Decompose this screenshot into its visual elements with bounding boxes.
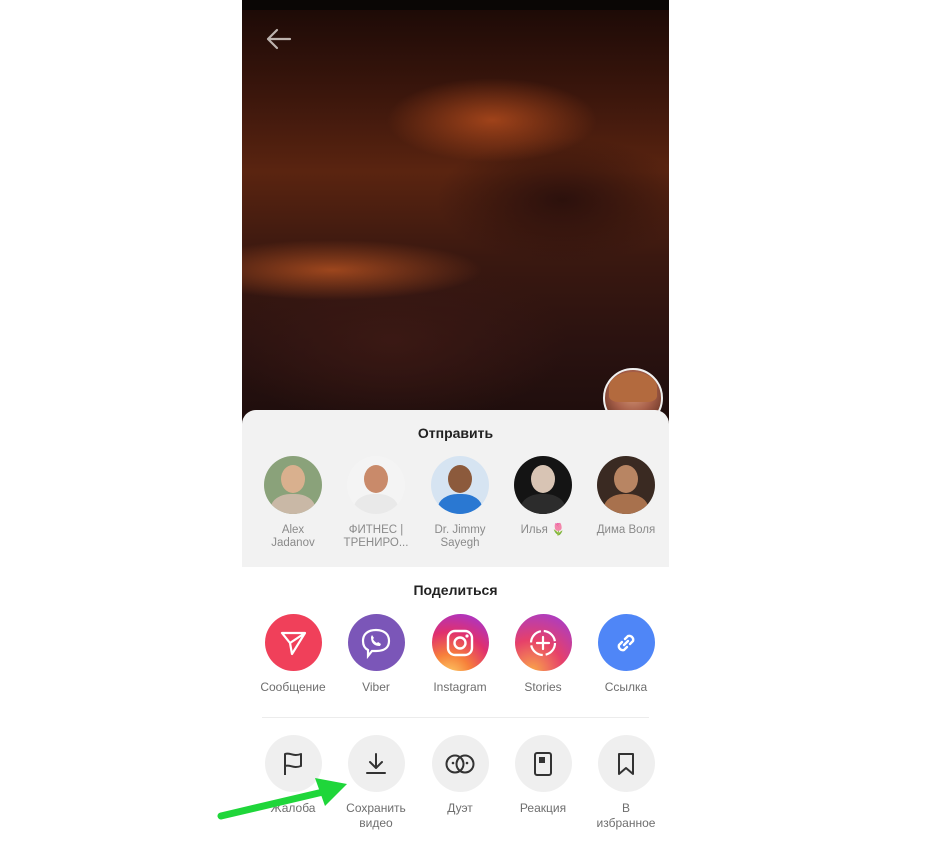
share-label: Ссылка bbox=[604, 680, 648, 694]
status-strip bbox=[242, 0, 669, 10]
link-icon bbox=[617, 634, 635, 651]
contact-item[interactable]: Илья 🌷 bbox=[501, 456, 585, 537]
contact-name: Dr. Jimmy Sayegh bbox=[434, 524, 486, 549]
reaction-button[interactable]: Реакция bbox=[501, 735, 585, 816]
contact-item[interactable]: Dr. Jimmy Sayegh bbox=[418, 456, 502, 550]
share-message-button[interactable]: Сообщение bbox=[251, 614, 335, 695]
reaction-icon bbox=[534, 751, 552, 776]
divider bbox=[262, 717, 649, 718]
avatar bbox=[264, 456, 322, 514]
avatar bbox=[347, 456, 405, 514]
action-label: Жалоба bbox=[270, 801, 316, 815]
action-label: В избранное bbox=[596, 801, 656, 830]
bookmark-icon bbox=[618, 752, 634, 775]
share-label: Stories bbox=[524, 680, 562, 694]
share-title: Поделиться bbox=[413, 582, 498, 598]
instagram-icon bbox=[446, 629, 474, 656]
share-label: Сообщение bbox=[260, 680, 326, 694]
send-plane-icon bbox=[280, 631, 307, 655]
contact-name: Илья 🌷 bbox=[520, 524, 566, 536]
save-video-button[interactable]: Сохранить видео bbox=[334, 735, 418, 831]
contact-item[interactable]: Alex Jadanov bbox=[251, 456, 335, 550]
avatar bbox=[431, 456, 489, 514]
phone-screen: Отправить Alex Jadanov ФИТНЕС | ТРЕНИРО.… bbox=[242, 0, 669, 844]
stories-add-icon bbox=[529, 629, 557, 656]
contact-name: Alex Jadanov bbox=[271, 524, 315, 549]
add-to-favorites-button[interactable]: В избранное bbox=[584, 735, 668, 831]
avatar bbox=[514, 456, 572, 514]
contact-name: Дима Воля bbox=[596, 524, 656, 536]
avatar bbox=[597, 456, 655, 514]
duet-icon bbox=[445, 754, 475, 773]
viber-icon bbox=[361, 628, 391, 659]
share-label: Instagram bbox=[433, 680, 487, 694]
contact-name: ФИТНЕС | ТРЕНИРО... bbox=[343, 524, 409, 549]
action-label: Сохранить видео bbox=[346, 801, 406, 830]
share-instagram-button[interactable]: Instagram bbox=[418, 614, 502, 695]
report-button[interactable]: Жалоба bbox=[251, 735, 335, 816]
download-icon bbox=[366, 752, 386, 774]
send-title: Отправить bbox=[417, 425, 494, 441]
contact-item[interactable]: Дима Воля bbox=[584, 456, 668, 537]
share-stories-button[interactable]: Stories bbox=[501, 614, 585, 695]
contact-item[interactable]: ФИТНЕС | ТРЕНИРО... bbox=[334, 456, 418, 550]
video-background[interactable] bbox=[242, 0, 669, 430]
share-viber-button[interactable]: Viber bbox=[334, 614, 418, 695]
share-label: Viber bbox=[362, 680, 390, 694]
flag-icon bbox=[284, 752, 302, 775]
duet-button[interactable]: Дуэт bbox=[418, 735, 502, 816]
share-link-button[interactable]: Ссылка bbox=[584, 614, 668, 695]
arrow-left-icon bbox=[266, 28, 292, 50]
action-label: Дуэт bbox=[447, 801, 473, 815]
back-button[interactable] bbox=[260, 22, 296, 56]
action-label: Реакция bbox=[519, 801, 567, 815]
